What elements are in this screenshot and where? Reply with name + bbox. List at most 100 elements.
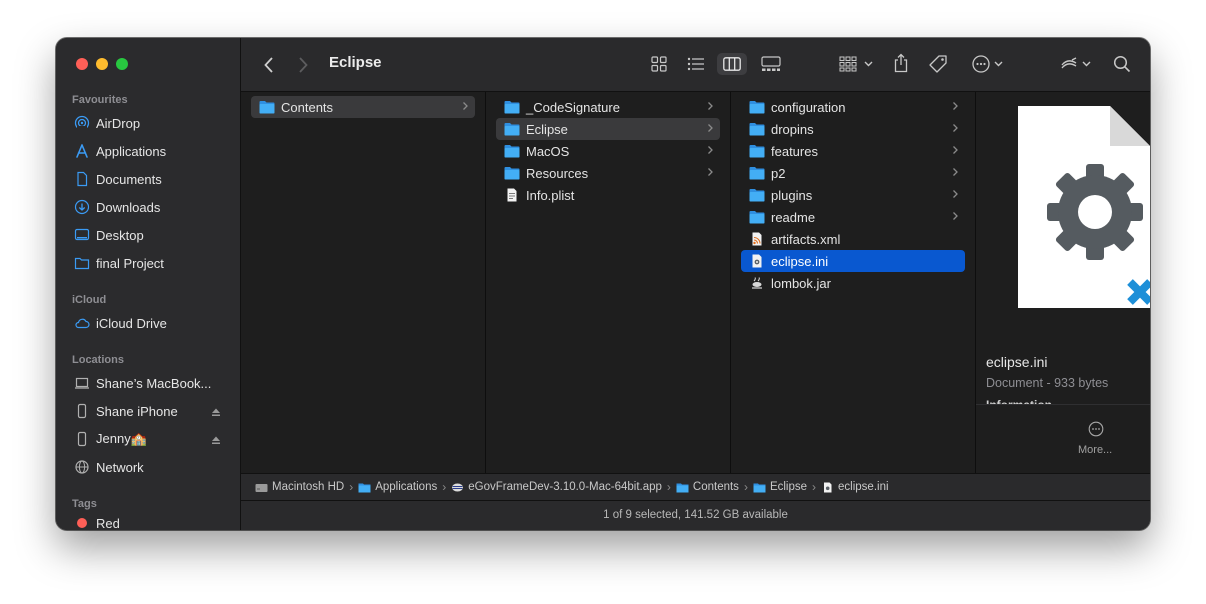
minimize-window-button[interactable] (96, 58, 108, 70)
sidebar-item-shane-iphone[interactable]: Shane iPhone (56, 397, 241, 425)
script-editor-icon (1061, 57, 1091, 69)
sidebar-item-documents[interactable]: Documents (56, 165, 241, 193)
list-item-artifacts-xml[interactable]: artifacts.xml (741, 228, 965, 250)
list-item-codesignature[interactable]: _CodeSignature (496, 96, 720, 118)
column-view-button[interactable] (717, 53, 747, 75)
group-by-button[interactable] (837, 54, 877, 74)
eject-icon[interactable] (211, 433, 221, 448)
close-window-button[interactable] (76, 58, 88, 70)
list-item-plugins[interactable]: plugins (741, 184, 965, 206)
sidebar-item-network[interactable]: Network (56, 453, 241, 481)
item-label: eclipse.ini (771, 253, 829, 269)
desktop-icon (74, 227, 90, 243)
grid-icon (651, 56, 667, 72)
sidebar-item-jenny[interactable]: Jenny🏫 (56, 425, 241, 453)
breadcrumb-eclipse-ini[interactable]: eclipse.ini (821, 481, 889, 493)
breadcrumb-app-bundle[interactable]: eGovFrameDev-3.10.0-Mac-64bit.app › (451, 480, 676, 494)
list-item-contents[interactable]: Contents (251, 96, 475, 118)
cloud-icon (74, 315, 90, 331)
list-item-resources[interactable]: Resources (496, 162, 720, 184)
sidebar-item-airdrop[interactable]: AirDrop (56, 109, 241, 137)
sidebar-item-downloads[interactable]: Downloads (56, 193, 241, 221)
sidebar-item-icloud-drive[interactable]: iCloud Drive (56, 309, 241, 337)
sidebar-item-desktop[interactable]: Desktop (56, 221, 241, 249)
sidebar-item-tag-red[interactable]: Red (56, 513, 241, 530)
sidebar-item-label: Jenny🏫 (96, 431, 147, 446)
chevron-right-icon (708, 146, 713, 154)
list-view-button[interactable] (685, 54, 707, 74)
gallery-view-button[interactable] (759, 54, 783, 74)
preview-pane: eclipse.ini Document - 933 bytes Informa… (976, 92, 1150, 473)
search-icon (1113, 55, 1131, 73)
file-preview-icon (1018, 106, 1150, 308)
preview-filename: eclipse.ini (986, 354, 1048, 370)
folder-icon (749, 167, 765, 180)
laptop-icon (74, 375, 90, 391)
list-item-features[interactable]: features (741, 140, 965, 162)
item-label: MacOS (526, 143, 570, 159)
icon-view-button[interactable] (649, 54, 669, 74)
breadcrumb-separator: › (812, 480, 817, 494)
sidebar-item-label: Red (96, 515, 120, 531)
list-item-p2[interactable]: p2 (741, 162, 965, 184)
icloud-header: iCloud (72, 294, 107, 306)
item-label: _CodeSignature (526, 99, 620, 115)
folder-icon (74, 255, 90, 271)
column-1: Contents (241, 92, 486, 473)
folder-icon (749, 123, 765, 136)
ellipsis-circle-icon[interactable] (1088, 421, 1104, 437)
downloads-icon (74, 199, 90, 215)
more-button[interactable]: More... (1078, 444, 1112, 456)
list-icon (687, 57, 704, 71)
folder-icon (749, 145, 765, 158)
item-label: Resources (526, 165, 589, 181)
plist-file-icon (507, 188, 517, 202)
search-button[interactable] (1111, 53, 1133, 75)
breadcrumb-contents[interactable]: Contents › (676, 480, 753, 494)
list-item-dropins[interactable]: dropins (741, 118, 965, 140)
list-item-info-plist[interactable]: Info.plist (496, 184, 720, 206)
toolbar: Eclipse (241, 38, 1150, 92)
preview-kind-size: Document - 933 bytes (986, 376, 1109, 390)
gallery-icon (761, 56, 781, 71)
back-button[interactable] (259, 55, 279, 75)
item-label: dropins (771, 121, 814, 137)
list-item-eclipse-ini[interactable]: eclipse.ini (741, 250, 965, 272)
eject-icon[interactable] (211, 405, 221, 420)
sidebar-item-label: AirDrop (96, 115, 141, 131)
chevron-right-icon (953, 124, 958, 132)
breadcrumb-eclipse[interactable]: Eclipse › (753, 480, 821, 494)
breadcrumb-label: eclipse.ini (838, 481, 889, 493)
locations-header: Locations (72, 354, 124, 366)
share-button[interactable] (891, 51, 911, 75)
app-icon (452, 483, 464, 491)
locations-section: Locations Shane’s MacBook... Shane iPhon… (56, 351, 241, 481)
sidebar-item-label: Shane’s MacBook... (96, 375, 212, 391)
columns-icon (723, 57, 741, 71)
sidebar-item-label: Applications (96, 143, 167, 159)
airdrop-icon (74, 115, 90, 131)
breadcrumb-label: Applications (375, 481, 438, 493)
folder-icon (749, 101, 765, 114)
sidebar-item-label: final Project (96, 255, 164, 271)
zoom-window-button[interactable] (116, 58, 128, 70)
tags-button[interactable] (927, 53, 949, 75)
action-menu-button[interactable] (969, 53, 1009, 75)
breadcrumb-macintosh-hd[interactable]: Macintosh HD › (255, 480, 358, 494)
list-item-eclipse[interactable]: Eclipse (496, 118, 720, 140)
icloud-section: iCloud iCloud Drive (56, 291, 241, 337)
tags-header: Tags (72, 498, 97, 510)
documents-icon (74, 171, 90, 187)
list-item-lombok-jar[interactable]: lombok.jar (741, 272, 965, 294)
sidebar-item-applications[interactable]: Applications (56, 137, 241, 165)
breadcrumb-applications[interactable]: Applications › (358, 480, 451, 494)
extension-button[interactable] (1057, 53, 1097, 75)
forward-button[interactable] (293, 55, 313, 75)
list-item-macos[interactable]: MacOS (496, 140, 720, 162)
list-item-readme[interactable]: readme (741, 206, 965, 228)
sidebar-item-final-project[interactable]: final Project (56, 249, 241, 277)
favourites-section: Favourites AirDrop Applications Document… (56, 91, 241, 277)
phone-icon (74, 431, 90, 447)
sidebar-item-macbook[interactable]: Shane’s MacBook... (56, 369, 241, 397)
list-item-configuration[interactable]: configuration (741, 96, 965, 118)
